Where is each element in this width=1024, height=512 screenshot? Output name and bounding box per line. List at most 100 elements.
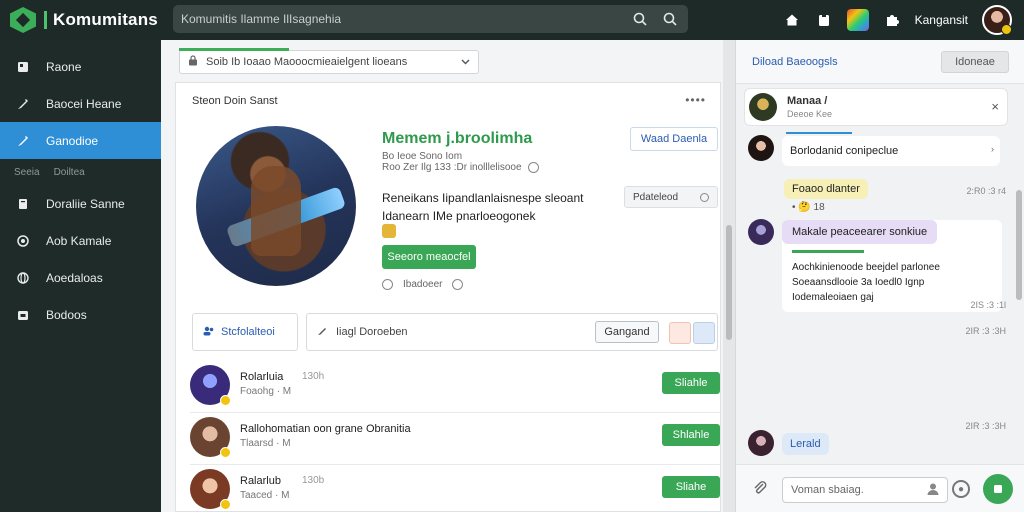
sidebar-item-label: Baocei Heane: [46, 96, 122, 111]
target-icon: [382, 279, 393, 290]
globe-icon: [16, 271, 30, 285]
outline-action-button[interactable]: Waad Daenla: [630, 127, 718, 151]
sidebar-section-header: Seeia Doiltea: [0, 159, 161, 185]
status-pill-button[interactable]: Pdateleod: [624, 186, 718, 208]
message-text: Borlodanid conipeclue: [790, 145, 899, 157]
sidebar-item-label: Aoedaloas: [46, 270, 103, 285]
puzzle-icon[interactable]: [883, 11, 901, 29]
chat-header-button[interactable]: Idoneae: [941, 51, 1009, 73]
send-button[interactable]: [983, 474, 1013, 504]
filter-select-value: Soib Ib Ioaao Maooocmieaielgent lioeans: [206, 56, 408, 68]
chat-message: Borlodanid conipeclue ›: [782, 132, 1000, 166]
list-search-bar[interactable]: Iiagl Doroeben Gangand: [306, 313, 718, 351]
list-item-sub: Foaohg · M: [240, 386, 292, 397]
sidebar-item-label: Doraliie Sanne: [46, 196, 125, 211]
sidebar-item-label: Aob Kamale: [46, 233, 112, 248]
message-timestamp: 2IR :3 :3H: [965, 326, 1006, 336]
chat-scrollbar[interactable]: [1016, 190, 1022, 300]
list-search-button[interactable]: Gangand: [595, 321, 659, 343]
section-label-right: Doiltea: [53, 166, 85, 178]
refresh-icon[interactable]: [452, 279, 464, 290]
lock-icon: [188, 55, 198, 69]
list-item[interactable]: Ralarlub 130b Taaced · M Sliahe: [190, 465, 720, 512]
profile-card: Steon Doin Sanst •••• Memem j.broolimha …: [175, 82, 721, 512]
list-search-label: Iiagl Doroeben: [336, 326, 408, 338]
more-icon[interactable]: ••••: [685, 93, 706, 107]
reply-chip: Foaoo dlanter: [784, 179, 868, 199]
profile-image: [196, 126, 356, 286]
sidebar-item-bodoos[interactable]: Bodoos: [0, 296, 161, 333]
chevron-right-icon[interactable]: ›: [991, 144, 994, 154]
brand-divider: [44, 11, 47, 29]
search-box[interactable]: [173, 5, 688, 33]
sidebar-item-heane[interactable]: Baocei Heane: [0, 85, 161, 122]
home-icon[interactable]: [783, 11, 801, 29]
apps-icon[interactable]: [846, 9, 869, 31]
list-item-name: Rallohomatian oon grane Obranitia: [240, 423, 411, 435]
emoji-picker-icon[interactable]: ●: [952, 480, 970, 498]
sidebar-item-raone[interactable]: Raone: [0, 48, 161, 85]
calendar-icon[interactable]: [693, 322, 715, 344]
attachment-icon[interactable]: [752, 480, 768, 499]
list-item-sub: Taaced · M: [240, 490, 290, 501]
search-input[interactable]: [181, 12, 620, 26]
pinned-name: Manaa /: [787, 95, 828, 107]
profile-meta: Bo Ieoe Sono Iom: [382, 151, 463, 162]
close-icon[interactable]: ×: [991, 99, 999, 114]
brand[interactable]: Komumitans: [0, 7, 170, 33]
user-icon[interactable]: [926, 482, 940, 499]
scrollbar-thumb[interactable]: [726, 225, 732, 340]
folder-icon: [16, 308, 30, 322]
fire-icon[interactable]: [669, 322, 691, 344]
pencil-icon: [317, 325, 328, 339]
reaction-text: • 🤔 18: [792, 202, 825, 213]
send-icon: [994, 485, 1002, 493]
avatar: [748, 219, 774, 245]
sidebar-item-doraliie[interactable]: Doraliie Sanne: [0, 185, 161, 222]
main-scrollbar[interactable]: [723, 40, 735, 512]
sidebar: Raone Baocei Heane Ganodioe Seeia Doilte…: [0, 40, 161, 512]
settings-circle-icon: [16, 234, 30, 248]
message-highlight: Makale peaceearer sonkiue: [782, 220, 938, 244]
sidebar-item-aoedaloas[interactable]: Aoedaloas: [0, 259, 161, 296]
list-item[interactable]: Rolarluia 130h Foaohg · M Sliahle: [190, 361, 720, 413]
clipboard-icon[interactable]: [815, 11, 833, 29]
list-item-button[interactable]: Shlahle: [662, 424, 720, 446]
chat-header: Diload Baeoogsls Idoneae: [736, 40, 1024, 84]
message-input[interactable]: [782, 477, 948, 503]
sidebar-item-label: Raone: [46, 59, 82, 74]
profile-description: Reneikans Iipandlanlaisnespe sleoant Ida…: [382, 189, 583, 225]
sidebar-item-aob[interactable]: Aob Kamale: [0, 222, 161, 259]
users-icon: [203, 326, 215, 339]
username[interactable]: Kangansit: [915, 13, 968, 27]
list-item-sub: Tlaarsd · M: [240, 438, 291, 449]
search-icon[interactable]: [630, 9, 650, 29]
user-avatar[interactable]: [982, 5, 1012, 35]
message-progress: [786, 132, 852, 134]
message-line-2: Aochkinienoode beejdel parlonee: [792, 262, 940, 273]
reply-chip-text: Lerald: [790, 438, 821, 450]
tab-stcfolalteoi[interactable]: Stcfolalteoi: [192, 313, 298, 351]
magnifier-icon[interactable]: [660, 9, 680, 29]
pen-icon: [16, 97, 30, 111]
badge-icon: [382, 224, 396, 238]
message-progress: [792, 250, 864, 253]
primary-action-button[interactable]: Seeoro meaocfel: [382, 245, 476, 269]
list-item-name: Rolarluia: [240, 371, 284, 383]
sidebar-item-ganodioe[interactable]: Ganodioe: [0, 122, 161, 159]
message-line-4: Iodemaleoiaen gaj: [792, 292, 874, 303]
section-label-left: Seeia: [14, 166, 40, 178]
card-title: Steon Doin Sanst: [192, 95, 278, 107]
pinned-message[interactable]: Manaa / Deeoe Kee ×: [744, 88, 1008, 126]
reaction-row[interactable]: • 🤔 18: [792, 202, 825, 213]
list-item-button[interactable]: Sliahle: [662, 372, 720, 394]
profile-footer-text: Ibadoeer: [403, 279, 443, 290]
logo-icon: [10, 7, 36, 33]
list-item-button[interactable]: Sliahe: [662, 476, 720, 498]
list-item-count: 130b: [302, 475, 325, 486]
chat-composer: ●: [736, 464, 1024, 512]
filter-select[interactable]: Soib Ib Ioaao Maooocmieaielgent lioeans: [179, 48, 479, 74]
emoji-icon: [909, 163, 919, 173]
list-item[interactable]: Rallohomatian oon grane Obranitia Tlaars…: [190, 413, 720, 465]
chat-panel: Diload Baeoogsls Idoneae Manaa / Deeoe K…: [735, 40, 1024, 512]
